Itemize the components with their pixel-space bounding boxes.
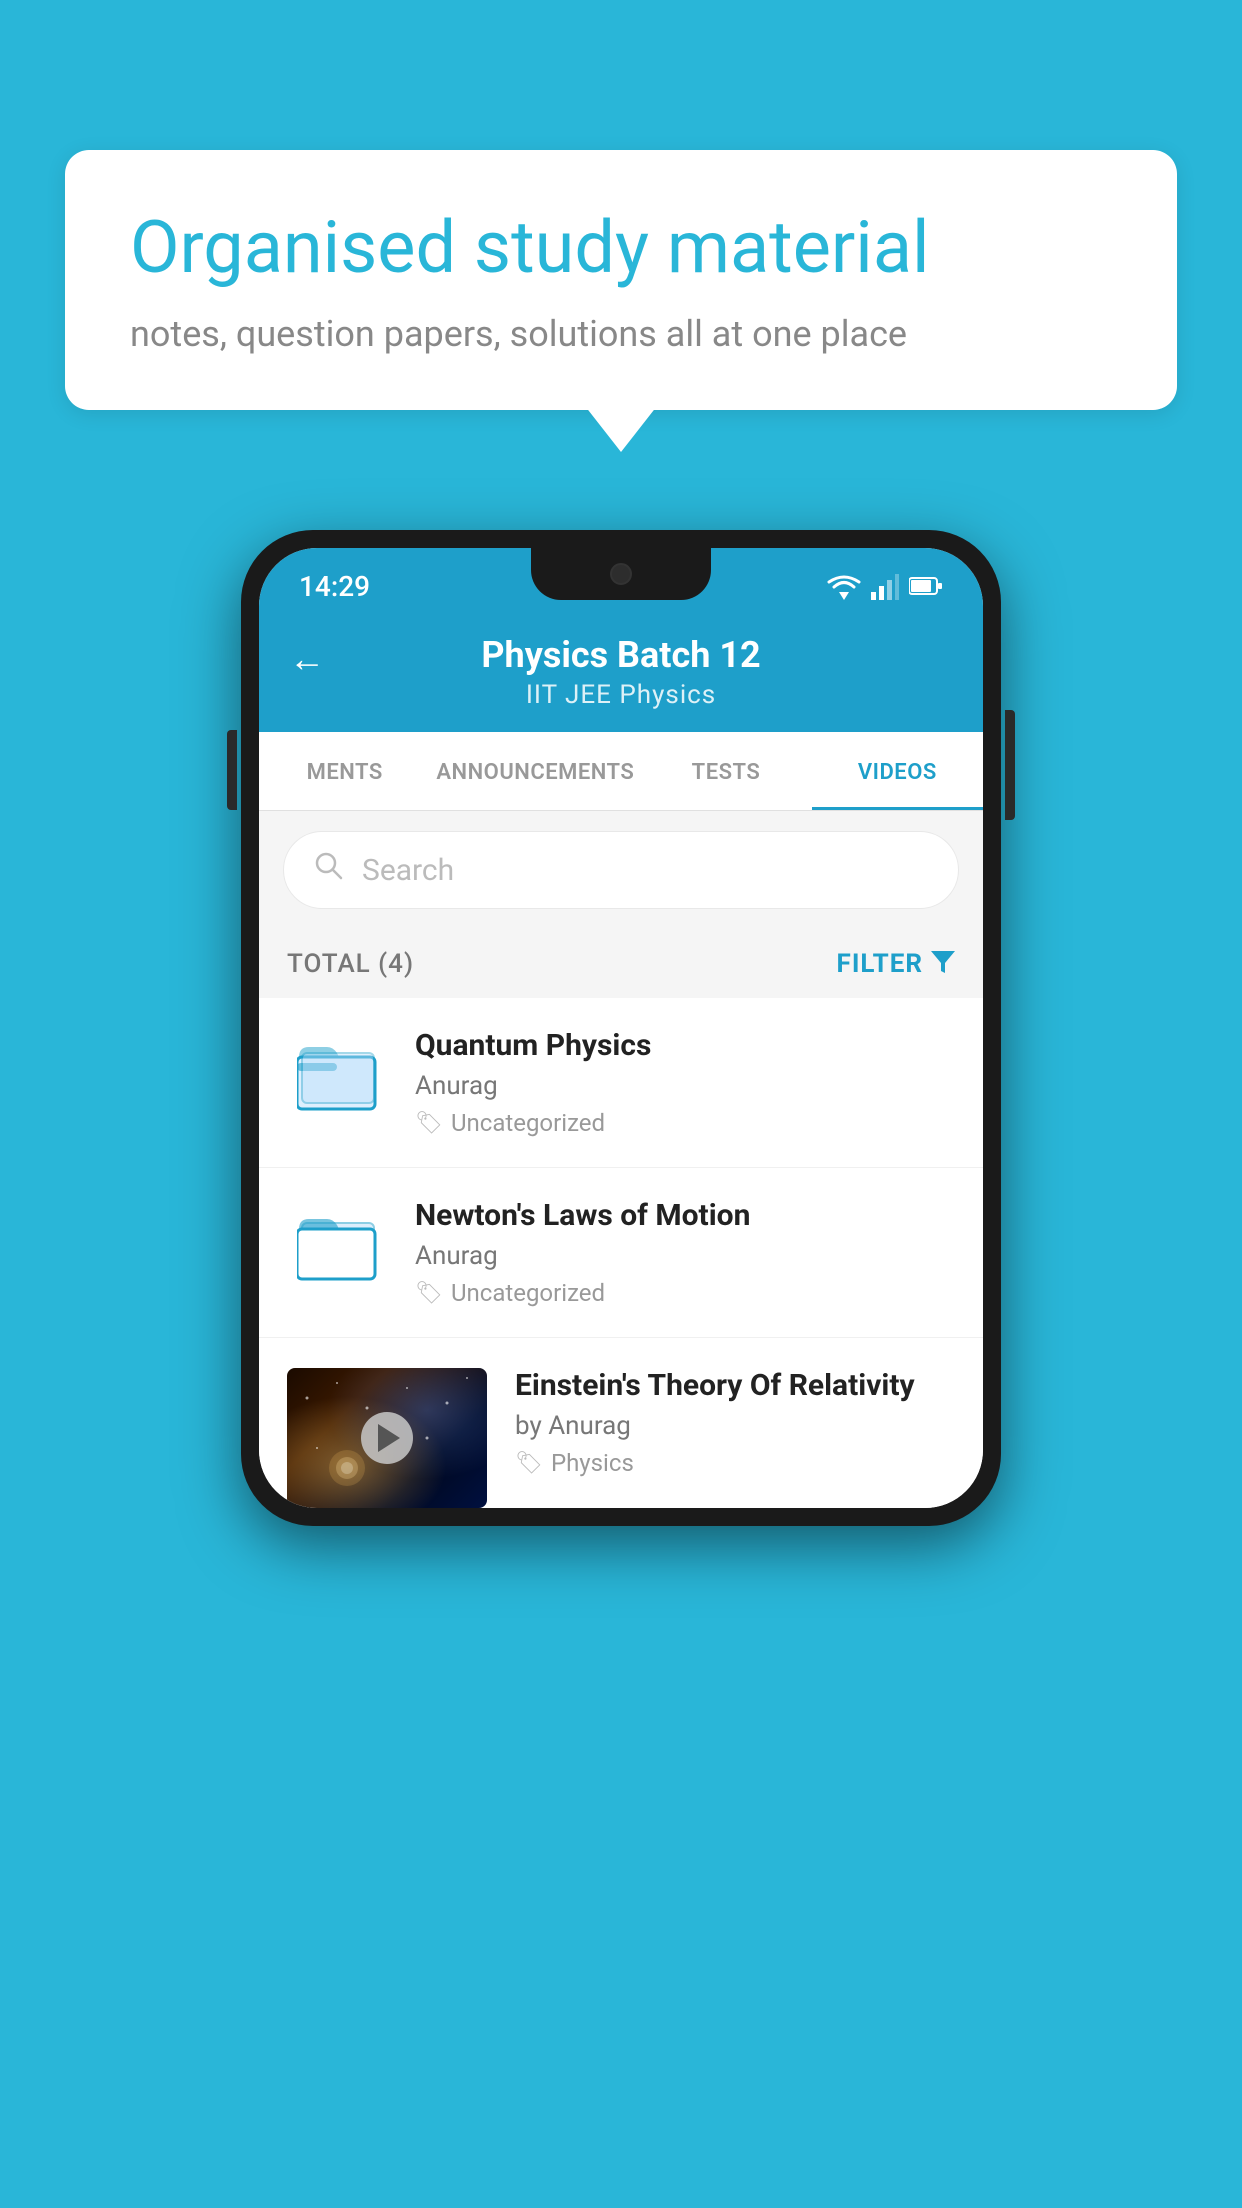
- tag-label: Uncategorized: [451, 1279, 605, 1307]
- tag-icon: 🏷: [415, 1281, 443, 1306]
- phone-frame: 14:29: [241, 530, 1001, 1526]
- phone-inner: 14:29: [259, 548, 983, 1508]
- list-item[interactable]: Einstein's Theory Of Relativity by Anura…: [259, 1338, 983, 1508]
- video-tag: 🏷 Uncategorized: [415, 1109, 955, 1137]
- back-button[interactable]: ←: [289, 638, 325, 680]
- tab-videos[interactable]: VIDEOS: [812, 732, 983, 810]
- filter-button[interactable]: FILTER: [837, 947, 955, 980]
- status-time: 14:29: [299, 570, 370, 603]
- video-title: Einstein's Theory Of Relativity: [515, 1368, 955, 1403]
- video-list: Quantum Physics Anurag 🏷 Uncategorized: [259, 998, 983, 1508]
- video-tag: 🏷 Uncategorized: [415, 1279, 955, 1307]
- tab-announcements[interactable]: ANNOUNCEMENTS: [430, 732, 640, 810]
- status-icons: [827, 572, 943, 600]
- header-title: Physics Batch 12: [481, 634, 760, 676]
- video-title: Newton's Laws of Motion: [415, 1198, 955, 1233]
- speech-bubble-subtitle: notes, question papers, solutions all at…: [130, 313, 1112, 355]
- filter-icon: [931, 947, 955, 980]
- notch: [531, 548, 711, 600]
- video-author: Anurag: [415, 1071, 955, 1101]
- search-container: Search: [259, 811, 983, 929]
- video-info: Quantum Physics Anurag 🏷 Uncategorized: [415, 1028, 955, 1137]
- folder-icon: [287, 1028, 387, 1128]
- wifi-icon: [827, 572, 861, 600]
- video-info: Newton's Laws of Motion Anurag 🏷 Uncateg…: [415, 1198, 955, 1307]
- speech-bubble-container: Organised study material notes, question…: [65, 150, 1177, 410]
- list-item[interactable]: Quantum Physics Anurag 🏷 Uncategorized: [259, 998, 983, 1168]
- video-author: by Anurag: [515, 1411, 955, 1441]
- speech-bubble-title: Organised study material: [130, 205, 1112, 291]
- speech-bubble: Organised study material notes, question…: [65, 150, 1177, 410]
- battery-icon: [909, 576, 943, 596]
- filter-label: FILTER: [837, 949, 923, 979]
- video-title: Quantum Physics: [415, 1028, 955, 1063]
- header-subtitle: IIT JEE Physics: [526, 680, 716, 710]
- tab-ments[interactable]: MENTS: [259, 732, 430, 810]
- app-header: ← Physics Batch 12 IIT JEE Physics: [259, 616, 983, 732]
- tag-label: Uncategorized: [451, 1109, 605, 1137]
- filter-bar: TOTAL (4) FILTER: [259, 929, 983, 998]
- search-placeholder-text: Search: [362, 853, 454, 888]
- video-thumbnail: [287, 1368, 487, 1508]
- video-author: Anurag: [415, 1241, 955, 1271]
- folder-icon: [287, 1198, 387, 1298]
- play-button[interactable]: [361, 1412, 413, 1464]
- tag-label: Physics: [551, 1449, 634, 1477]
- front-camera: [610, 563, 632, 585]
- tag-icon: 🏷: [415, 1111, 443, 1136]
- search-input-wrap[interactable]: Search: [283, 831, 959, 909]
- list-item[interactable]: Newton's Laws of Motion Anurag 🏷 Uncateg…: [259, 1168, 983, 1338]
- signal-icon: [871, 572, 899, 600]
- play-triangle-icon: [378, 1424, 400, 1452]
- phone-wrapper: 14:29: [241, 530, 1001, 1526]
- tabs-bar: MENTS ANNOUNCEMENTS TESTS VIDEOS: [259, 732, 983, 811]
- video-info: Einstein's Theory Of Relativity by Anura…: [515, 1368, 955, 1477]
- video-tag: 🏷 Physics: [515, 1449, 955, 1477]
- tag-icon: 🏷: [515, 1451, 543, 1476]
- search-icon: [314, 850, 344, 890]
- total-count: TOTAL (4): [287, 949, 414, 979]
- tab-tests[interactable]: TESTS: [640, 732, 811, 810]
